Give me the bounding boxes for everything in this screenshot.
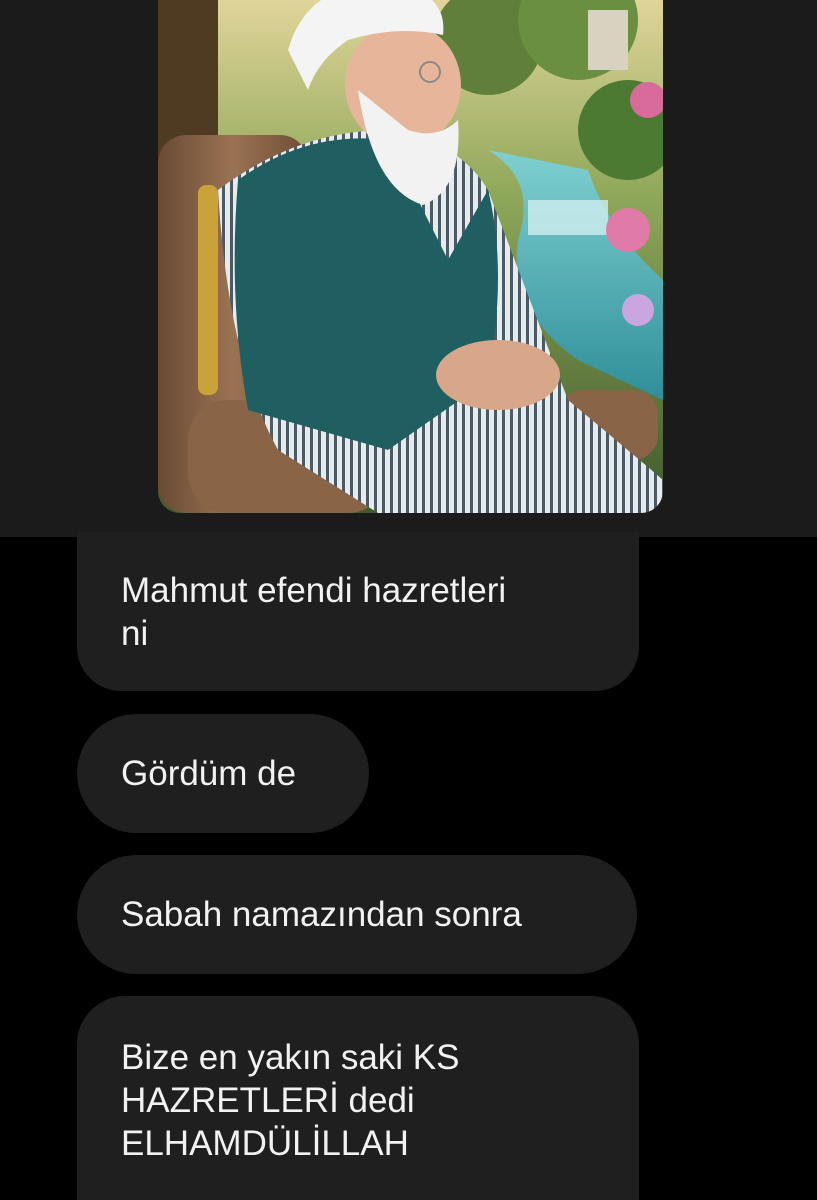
message-text: Bize en yakın saki KS HAZRETLERİ dedi EL… [121, 1038, 460, 1163]
message-bubble[interactable]: Sabah namazından sonra [77, 855, 637, 974]
chat-screen: Mahmut efendi hazretleri ni Gördüm de Sa… [0, 0, 817, 1200]
message-text: Gördüm de [121, 754, 297, 793]
image-message[interactable] [158, 0, 663, 513]
message-photo [158, 0, 663, 513]
message-bubble[interactable]: Mahmut efendi hazretleri ni [77, 532, 639, 691]
message-bubble[interactable]: Gördüm de [77, 714, 369, 833]
message-text: Sabah namazından sonra [121, 895, 522, 934]
message-bubble[interactable]: Bize en yakın saki KS HAZRETLERİ dedi EL… [77, 996, 639, 1200]
message-text: Mahmut efendi hazretleri ni [121, 570, 507, 653]
